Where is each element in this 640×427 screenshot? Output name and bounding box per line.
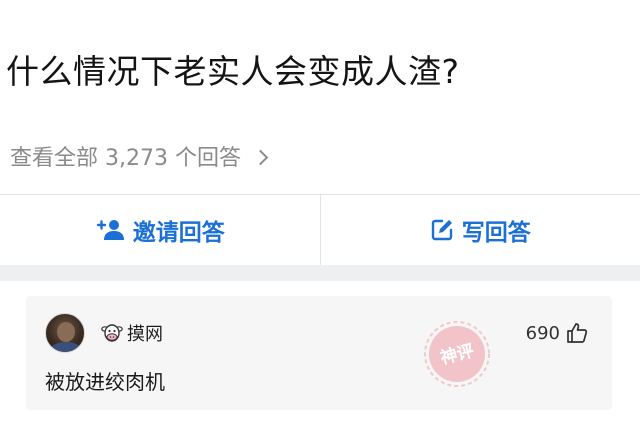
add-person-icon	[96, 220, 124, 240]
featured-comment-stamp: 神评	[424, 321, 490, 387]
write-answer-button[interactable]: 写回答	[321, 195, 640, 265]
comment-author: 摸网	[101, 321, 163, 345]
like-button[interactable]: 690	[526, 320, 588, 346]
avatar[interactable]	[45, 313, 85, 353]
avatar-shirt	[50, 342, 82, 352]
author-name[interactable]: 摸网	[127, 320, 163, 346]
avatar-face	[57, 322, 75, 342]
invite-answer-button[interactable]: 邀请回答	[0, 195, 320, 265]
action-row: 邀请回答 写回答	[0, 195, 640, 265]
view-all-answers-label: 查看全部 3,273 个回答	[10, 146, 241, 171]
write-answer-label: 写回答	[461, 220, 531, 246]
section-gap	[0, 265, 640, 281]
cow-icon	[101, 323, 123, 343]
like-count: 690	[525, 322, 560, 344]
view-all-answers-link[interactable]: 查看全部 3,273 个回答	[10, 141, 269, 171]
question-card: 什么情况下老实人会变成人渣? 查看全部 3,273 个回答 邀请回答 写回答	[0, 0, 640, 281]
thumbs-up-icon	[567, 323, 588, 343]
question-title[interactable]: 什么情况下老实人会变成人渣?	[6, 50, 636, 94]
invite-answer-label: 邀请回答	[132, 220, 225, 246]
comment-text: 被放进绞肉机	[45, 370, 165, 394]
chevron-right-icon	[252, 149, 269, 165]
edit-icon	[431, 219, 452, 241]
comment-card: 摸网 690 被放进绞肉机 神评	[26, 296, 612, 410]
